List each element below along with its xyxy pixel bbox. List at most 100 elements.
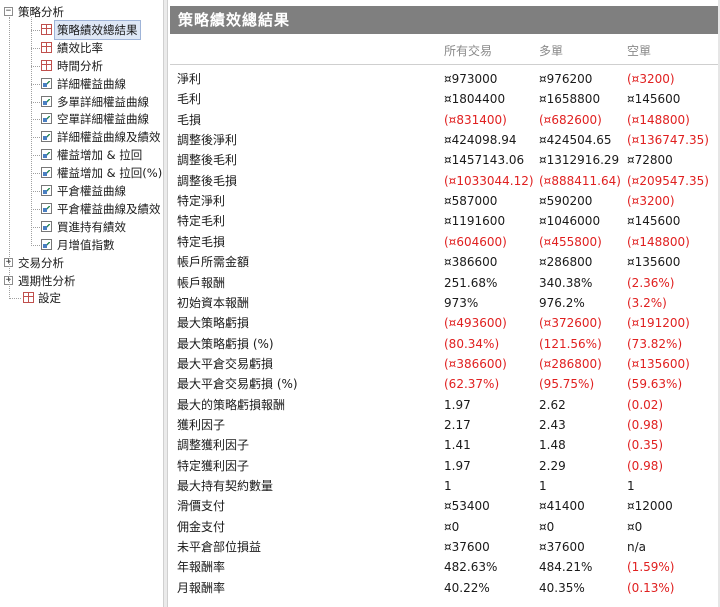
column-header-long: 多單 xyxy=(539,44,564,58)
value-short: (59.63%) xyxy=(627,377,683,392)
value-all-trades: ¤973000 xyxy=(444,72,498,86)
value-short: ¤145600 xyxy=(627,214,681,229)
value-long: 976.2% xyxy=(539,295,585,310)
value-short: ¤0 xyxy=(627,519,643,534)
value-all-trades: (¤1033044.12) xyxy=(444,173,534,188)
tree-item[interactable]: 權益增加 & 拉回 xyxy=(0,146,163,164)
table-row: 獲利因子 2.17 2.43 (0.98) xyxy=(168,415,720,435)
table-row: 佣金支付 ¤0 ¤0 ¤0 xyxy=(168,517,720,537)
value-short: (¤209547.35) xyxy=(627,173,709,188)
value-long: ¤976200 xyxy=(539,72,593,86)
metric-label: 特定毛利 xyxy=(177,214,226,229)
table-row: 特定獲利因子 1.97 2.29 (0.98) xyxy=(168,456,720,476)
metric-label: 最大的策略虧損報酬 xyxy=(177,397,286,412)
value-long: (¤372600) xyxy=(539,316,602,331)
tree-item-label: 詳細權益曲線及績效 xyxy=(57,130,161,145)
tree-connector xyxy=(31,244,40,246)
tree-item[interactable]: 策略績效總結果 xyxy=(0,19,163,40)
tree-item[interactable]: 空單詳細權益曲線 xyxy=(0,110,163,128)
tree-item[interactable]: 詳細權益曲線 xyxy=(0,75,163,93)
tree-connector xyxy=(31,17,32,246)
tree-item[interactable]: 買進持有績效 xyxy=(0,218,163,236)
metric-label: 毛損 xyxy=(177,112,202,127)
value-all-trades: 1.97 xyxy=(444,458,471,473)
value-short: 1 xyxy=(627,479,635,493)
tree-connector xyxy=(31,101,40,103)
value-short: (¤148800) xyxy=(627,112,690,127)
table-row: 調整後毛利 ¤1457143.06 ¤1312916.29 ¤72800 xyxy=(168,150,720,170)
value-short: (¤135600) xyxy=(627,356,690,371)
metric-label: 淨利 xyxy=(177,72,202,86)
tree-item[interactable]: + 交易分析 xyxy=(0,254,163,272)
value-short: ¤72800 xyxy=(627,153,673,168)
tree-item[interactable]: 權益增加 & 拉回(%) xyxy=(0,164,163,182)
tree-item[interactable]: 設定 xyxy=(0,289,163,307)
tree-item-label: 週期性分析 xyxy=(18,273,76,288)
table-row: 月報酬率 40.22% 40.35% (0.13%) xyxy=(168,578,720,598)
tree-item[interactable]: 月增值指數 xyxy=(0,236,163,254)
metric-label: 調整獲利因子 xyxy=(177,438,250,453)
value-short: ¤135600 xyxy=(627,255,681,270)
table-row: 最大策略虧損 (%) (80.34%) (121.56%) (73.82%) xyxy=(168,334,720,354)
value-all-trades: 1.41 xyxy=(444,438,471,453)
value-short: n/a xyxy=(627,540,647,555)
metric-label: 特定毛損 xyxy=(177,234,226,249)
tree-connector xyxy=(9,298,21,300)
value-short: ¤12000 xyxy=(627,499,673,514)
metric-label: 帳戶報酬 xyxy=(177,275,226,290)
value-long: (95.75%) xyxy=(539,377,595,392)
tree-connector xyxy=(31,119,40,121)
report-title: 策略績效總結果 xyxy=(170,6,718,34)
value-all-trades: ¤1804400 xyxy=(444,92,506,107)
tree-connector xyxy=(31,65,40,67)
tree-connector xyxy=(31,173,40,175)
value-short: (0.98) xyxy=(627,417,664,432)
collapse-icon[interactable]: − xyxy=(4,7,13,16)
tree-item-label: 時間分析 xyxy=(57,58,103,73)
tree-connector xyxy=(31,137,40,139)
value-long: ¤286800 xyxy=(539,255,593,270)
value-long: (¤682600) xyxy=(539,112,602,127)
value-short: (¤3200) xyxy=(627,194,675,209)
tree-connector xyxy=(31,83,40,85)
metric-label: 毛利 xyxy=(177,92,202,107)
table-row: 最大策略虧損 (¤493600) (¤372600) (¤191200) xyxy=(168,313,720,333)
chart-icon xyxy=(41,238,52,250)
value-long: ¤0 xyxy=(539,519,555,534)
value-all-trades: ¤1457143.06 xyxy=(444,153,525,168)
table-row: 特定毛利 ¤1191600 ¤1046000 ¤145600 xyxy=(168,211,720,231)
table-icon xyxy=(41,23,52,35)
chart-icon xyxy=(41,95,52,107)
tree-connector xyxy=(31,155,40,157)
tree-item[interactable]: − 策略分析 xyxy=(0,3,163,21)
table-row: 特定淨利 ¤587000 ¤590200 (¤3200) xyxy=(168,191,720,211)
tree-item[interactable]: + 週期性分析 xyxy=(0,272,163,290)
metric-label: 特定淨利 xyxy=(177,194,226,209)
report-panel: 策略績效總結果 所有交易 多單 空單 淨利 ¤973000 ¤976200 (¤320… xyxy=(168,0,720,607)
value-long: (¤286800) xyxy=(539,356,602,371)
tree-connector xyxy=(31,208,40,210)
navigation-tree: − 策略分析 策略績效總結果 績效比率 時間分析詳細權益曲線 多單詳細權益曲線 空單詳細權益… xyxy=(0,0,163,607)
value-short: (0.35) xyxy=(627,438,664,453)
tree-item[interactable]: 績效比率 xyxy=(0,39,163,57)
metric-label: 調整後毛利 xyxy=(177,153,238,168)
value-long: ¤37600 xyxy=(539,540,585,555)
table-row: 毛利 ¤1804400 ¤1658800 ¤145600 xyxy=(168,89,720,109)
table-row: 最大的策略虧損報酬 1.97 2.62 (0.02) xyxy=(168,395,720,415)
table-row: 特定毛損 (¤604600) (¤455800) (¤148800) xyxy=(168,232,720,252)
metric-label: 帳戶所需金額 xyxy=(177,255,250,270)
value-short: (73.82%) xyxy=(627,336,683,351)
tree-item[interactable]: 時間分析 xyxy=(0,57,163,75)
value-long: ¤1658800 xyxy=(539,92,601,107)
value-short: (¤136747.35) xyxy=(627,133,709,148)
tree-item[interactable]: 詳細權益曲線及績效 xyxy=(0,128,163,146)
metric-label: 未平倉部位損益 xyxy=(177,540,262,555)
tree-item[interactable]: 多單詳細權益曲線 xyxy=(0,93,163,111)
tree-item[interactable]: 平倉權益曲線 xyxy=(0,182,163,200)
tree-item-label: 空單詳細權益曲線 xyxy=(57,112,149,127)
header-divider xyxy=(170,64,718,65)
value-all-trades: (¤493600) xyxy=(444,316,507,331)
tree-item-label: 權益增加 & 拉回(%) xyxy=(57,166,163,181)
tree-item[interactable]: 平倉權益曲線及績效 xyxy=(0,200,163,218)
value-all-trades: ¤53400 xyxy=(444,499,490,514)
